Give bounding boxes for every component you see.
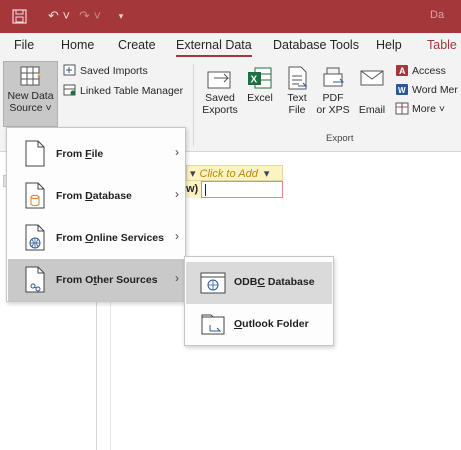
new-data-source-label-2: Source ˅ bbox=[9, 102, 52, 114]
menu-item-from-online-services[interactable]: From Online Services › bbox=[8, 217, 184, 259]
export-text-file-button[interactable]: Text File bbox=[282, 64, 312, 116]
undo-icon[interactable]: ↶ ˅ bbox=[45, 8, 73, 24]
excel-icon: X bbox=[248, 67, 272, 89]
tab-file[interactable]: File bbox=[14, 38, 34, 52]
saved-imports-icon bbox=[63, 64, 76, 76]
menu-item-from-database[interactable]: From Database › bbox=[8, 175, 184, 217]
chevron-right-icon: › bbox=[175, 187, 179, 201]
saved-imports-button[interactable]: Saved Imports bbox=[63, 64, 148, 77]
outlook-folder-icon bbox=[201, 314, 225, 335]
word-merge-icon: W bbox=[396, 84, 408, 95]
linked-table-manager-icon bbox=[63, 84, 76, 96]
submenu-item-label: ODBC Database bbox=[234, 276, 315, 288]
save-icon[interactable] bbox=[12, 8, 27, 24]
menu-item-label: From File bbox=[56, 148, 104, 160]
tab-table-fields[interactable]: Table F bbox=[427, 38, 461, 52]
new-data-source-label-1: New Data bbox=[7, 90, 54, 102]
new-data-source-menu: From File › From Database › From Online … bbox=[6, 127, 186, 302]
tab-home[interactable]: Home bbox=[61, 38, 94, 52]
linked-table-manager-button[interactable]: Linked Table Manager bbox=[63, 84, 183, 97]
svg-text:A: A bbox=[399, 66, 406, 76]
new-data-source-icon bbox=[20, 66, 41, 86]
svg-text:W: W bbox=[398, 86, 406, 95]
other-sources-icon bbox=[25, 266, 45, 293]
chevron-right-icon: › bbox=[175, 229, 179, 243]
submenu-item-outlook-folder[interactable]: Outlook Folder bbox=[186, 304, 332, 346]
click-to-add-label: Click to Add bbox=[199, 168, 258, 180]
saved-exports-icon bbox=[207, 71, 231, 89]
ribbon-separator bbox=[193, 64, 194, 146]
redo-icon[interactable]: ↷ ˅ bbox=[76, 8, 104, 24]
chevron-right-icon: › bbox=[175, 271, 179, 285]
menu-item-label: From Database bbox=[56, 190, 132, 202]
text-file-icon bbox=[288, 66, 308, 90]
window-title: Da bbox=[430, 9, 445, 21]
ribbon-tabs: File Home Create External Data Database … bbox=[0, 33, 461, 60]
new-row-label: w) bbox=[186, 181, 202, 198]
database-icon bbox=[25, 182, 45, 209]
export-group-label: Export bbox=[326, 133, 354, 144]
new-data-source-button[interactable]: New Data Source ˅ bbox=[3, 61, 58, 127]
title-bar: ↶ ˅ ↷ ˅ ▾ Da bbox=[0, 0, 461, 33]
column-dropdown-icon[interactable]: ▾ bbox=[190, 168, 196, 180]
text-caret bbox=[205, 184, 206, 196]
click-to-add-dropdown-icon[interactable]: ▾ bbox=[264, 168, 270, 180]
submenu-item-label: Outlook Folder bbox=[234, 318, 309, 330]
new-record-cell[interactable] bbox=[201, 181, 283, 198]
online-services-icon bbox=[25, 224, 45, 251]
file-icon bbox=[25, 140, 45, 167]
click-to-add-column[interactable]: ▾ Click to Add ▾ bbox=[186, 165, 283, 181]
word-merge-button[interactable]: W Word Mer bbox=[395, 83, 458, 96]
export-access-button[interactable]: A Access bbox=[395, 64, 446, 77]
more-icon bbox=[395, 102, 409, 115]
other-sources-submenu: ODBC Database Outlook Folder bbox=[184, 256, 334, 346]
tab-database-tools[interactable]: Database Tools bbox=[273, 38, 359, 52]
odbc-database-icon bbox=[200, 272, 226, 294]
chevron-right-icon: › bbox=[175, 145, 179, 159]
pdf-icon bbox=[323, 67, 345, 87]
saved-exports-button[interactable]: Saved Exports bbox=[200, 64, 240, 116]
export-excel-button[interactable]: X Excel bbox=[244, 64, 276, 104]
svg-text:X: X bbox=[251, 75, 258, 86]
more-button[interactable]: More ˅ bbox=[395, 102, 445, 115]
export-email-button[interactable]: Email bbox=[356, 64, 388, 116]
access-icon: A bbox=[396, 65, 408, 76]
menu-item-label: From Online Services bbox=[56, 232, 164, 244]
customize-toolbar-icon[interactable]: ▾ bbox=[116, 8, 126, 24]
export-pdf-xps-button[interactable]: PDF or XPS bbox=[316, 64, 350, 116]
email-icon bbox=[360, 70, 384, 86]
tab-external-data[interactable]: External Data bbox=[176, 38, 252, 57]
menu-item-label: From Other Sources bbox=[56, 274, 158, 286]
tab-help[interactable]: Help bbox=[376, 38, 402, 52]
menu-item-from-other-sources[interactable]: From Other Sources › bbox=[8, 259, 184, 301]
submenu-item-odbc-database[interactable]: ODBC Database bbox=[186, 262, 332, 304]
tab-create[interactable]: Create bbox=[118, 38, 156, 52]
menu-item-from-file[interactable]: From File › bbox=[8, 133, 184, 175]
